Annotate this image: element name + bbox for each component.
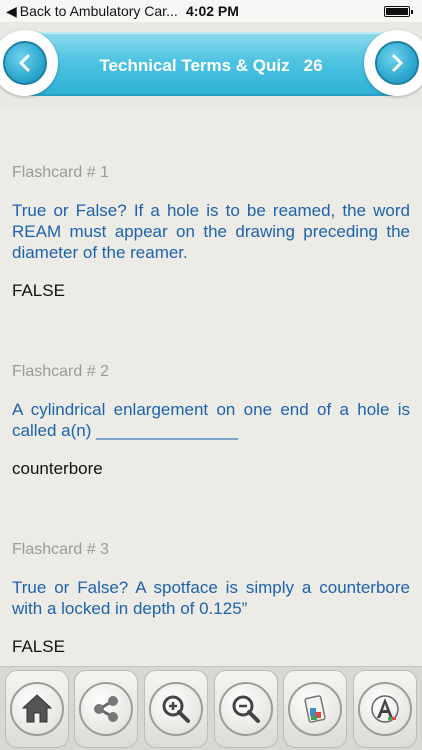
- status-bar: ◀ Back to Ambulatory Car... 4:02 PM: [0, 0, 422, 22]
- back-arrow-icon: ◀: [6, 2, 17, 19]
- home-icon: [9, 681, 64, 736]
- back-to-app-link[interactable]: ◀ Back to Ambulatory Car...: [6, 3, 178, 20]
- flashcard-label: Flashcard # 2: [12, 363, 109, 380]
- page-title: Technical Terms & Quiz 26: [88, 56, 334, 76]
- share-button[interactable]: [74, 669, 139, 748]
- flashcard: Flashcard # 3 True or False? A spotface …: [12, 541, 410, 657]
- home-button[interactable]: [4, 669, 69, 748]
- battery-level: [386, 7, 408, 15]
- flashcard: Flashcard # 1 True or False? If a hole i…: [12, 164, 410, 301]
- header-band: Technical Terms & Quiz 26: [28, 32, 394, 96]
- card-count: 26: [303, 56, 323, 75]
- flashcard-answer: counterbore: [12, 459, 103, 478]
- flashcard-answer: FALSE: [12, 281, 65, 300]
- chevron-right-icon: [375, 41, 419, 85]
- flashcard-list[interactable]: Flashcard # 1 True or False? If a hole i…: [0, 108, 422, 666]
- font-icon: [358, 681, 413, 736]
- zoom-out-icon: [218, 681, 273, 736]
- flashcard-label: Flashcard # 1: [12, 164, 109, 181]
- flashcard-answer: FALSE: [12, 637, 65, 656]
- share-icon: [79, 681, 134, 736]
- paint-bucket-icon: [288, 681, 343, 736]
- bottom-toolbar: [0, 666, 422, 750]
- font-button[interactable]: [353, 669, 418, 748]
- battery-icon: [384, 5, 413, 17]
- flashcard-question: True or False? If a hole is to be reamed…: [12, 201, 410, 262]
- flashcard-question: True or False? A spotface is simply a co…: [12, 578, 410, 618]
- header: Technical Terms & Quiz 26: [0, 22, 422, 108]
- next-button[interactable]: [364, 30, 422, 96]
- page-title-text: Technical Terms & Quiz: [99, 56, 290, 75]
- background-color-button[interactable]: [283, 669, 348, 748]
- back-to-app-label: Back to Ambulatory Car...: [19, 3, 178, 19]
- zoom-in-icon: [149, 681, 204, 736]
- chevron-left-icon: [3, 41, 47, 85]
- zoom-in-button[interactable]: [144, 669, 209, 748]
- flashcard-label: Flashcard # 3: [12, 541, 109, 558]
- zoom-out-button[interactable]: [213, 669, 278, 748]
- status-time: 4:02 PM: [186, 3, 239, 19]
- flashcard: Flashcard # 2 A cylindrical enlargement …: [12, 363, 410, 479]
- flashcard-question: A cylindrical enlargement on one end of …: [12, 400, 410, 440]
